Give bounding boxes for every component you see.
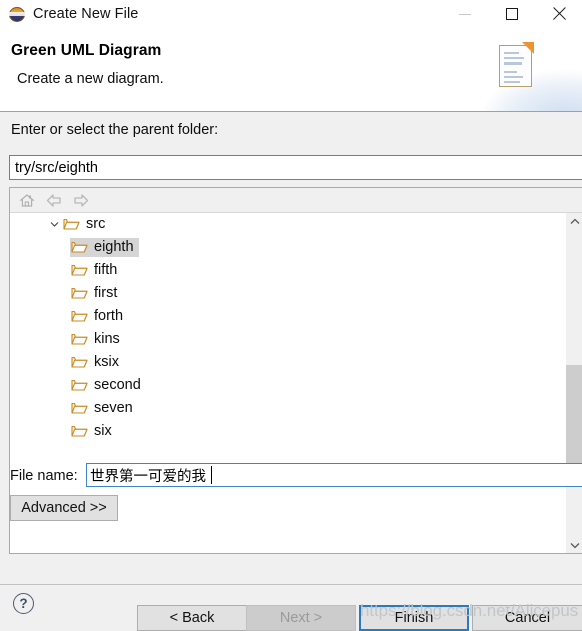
scroll-up-arrow-icon[interactable] [566,213,582,230]
window-controls [441,0,582,28]
folder-icon [71,401,88,415]
tree-item-forth[interactable]: forth [10,305,564,328]
eclipse-sphere-icon [9,6,26,23]
tree-item-content: kins [70,330,125,349]
tree-item-label: kins [94,331,120,347]
tree-item-six[interactable]: six [10,420,564,443]
page-subtitle: Create a new diagram. [17,71,164,87]
tree-item-second[interactable]: second [10,374,564,397]
tree-item-label: src [86,216,106,232]
folder-icon [71,286,88,300]
folder-icon [63,217,80,231]
chevron-down-icon[interactable] [47,221,62,228]
tree-item-content: second [70,376,146,395]
tree-item-src[interactable]: src [10,213,564,236]
tree-item-label: fifth [94,262,118,278]
tree-toolbar [10,188,582,213]
parent-folder-label: Enter or select the parent folder: [11,122,219,138]
tree-item-eighth[interactable]: eighth [10,236,564,259]
tree-item-label: first [94,285,118,301]
tree-item-content: fifth [70,261,122,280]
wizard-header: Green UML Diagram Create a new diagram. [0,28,582,112]
tree-item-seven[interactable]: seven [10,397,564,420]
tree-item-kins[interactable]: kins [10,328,564,351]
tree-item-fifth[interactable]: fifth [10,259,564,282]
back-arrow-icon[interactable] [45,192,63,209]
create-new-file-dialog: Create New File Green UML Diagram Create… [0,0,582,631]
scrollbar-thumb[interactable] [566,365,582,475]
scroll-down-arrow-icon[interactable] [566,537,582,553]
minimize-icon [458,13,471,15]
folder-icon [71,332,88,346]
parent-folder-input[interactable] [9,155,582,180]
tree-item-first[interactable]: first [10,282,564,305]
tree-item-label: seven [94,400,133,416]
back-button[interactable]: < Back [137,605,247,631]
tree-rows: src eighth fifth first forth kins ksix second se… [10,213,564,443]
tree-item-ksix[interactable]: ksix [10,351,564,374]
next-button: Next > [246,605,356,631]
tree-vertical-scrollbar[interactable] [565,213,582,553]
tree-item-content: six [70,422,117,441]
new-file-document-icon [472,28,582,111]
folder-icon [71,355,88,369]
file-name-input[interactable] [86,463,582,487]
tree-item-label: eighth [94,239,134,255]
folder-icon [71,240,88,254]
tree-item-content: first [70,284,122,303]
window-titlebar: Create New File [0,0,582,28]
advanced-button[interactable]: Advanced >> [10,495,118,521]
close-button[interactable] [535,0,582,28]
close-icon [552,7,566,21]
tree-item-content: seven [70,399,138,418]
finish-button[interactable]: Finish [359,605,469,631]
tree-item-content: eighth [70,238,139,257]
folder-icon [71,309,88,323]
maximize-icon [505,8,518,20]
tree-item-label: second [94,377,141,393]
folder-icon [71,263,88,277]
help-icon[interactable]: ? [13,593,34,614]
dialog-body: Enter or select the parent folder: try/s… [0,113,582,584]
tree-item-label: six [94,423,112,439]
folder-icon [71,378,88,392]
page-title: Green UML Diagram [11,42,162,59]
home-icon[interactable] [18,192,36,209]
folder-icon [71,424,88,438]
forward-arrow-icon[interactable] [72,192,90,209]
file-name-label: File name: [10,468,78,484]
tree-item-content: src [62,215,110,234]
maximize-button[interactable] [488,0,535,28]
tree-item-label: forth [94,308,124,324]
cancel-button[interactable]: Cancel [472,605,582,631]
window-title: Create New File [33,6,139,22]
tree-item-label: ksix [94,354,119,370]
minimize-button[interactable] [441,0,488,28]
tree-item-content: forth [70,307,128,326]
tree-item-content: ksix [70,353,124,372]
text-caret [211,466,212,484]
